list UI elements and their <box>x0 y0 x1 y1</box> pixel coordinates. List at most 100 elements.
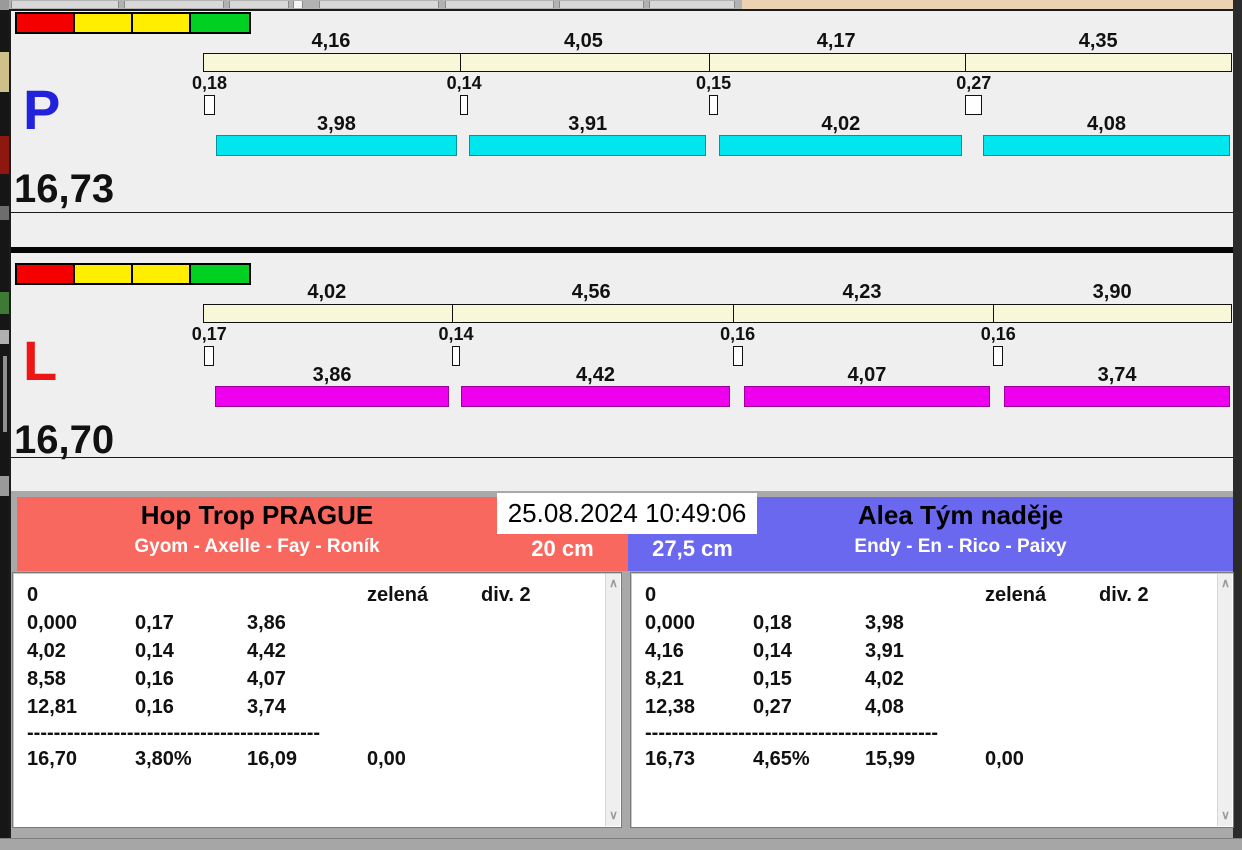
flag-color-label: zelená <box>985 584 1047 606</box>
background-window-strip <box>0 0 9 850</box>
gap-marker <box>459 95 469 115</box>
split-value: 4,42 <box>247 640 286 662</box>
scroll-up-icon[interactable]: ∧ <box>1218 576 1233 592</box>
split-time-label: 4,02 <box>307 281 347 303</box>
stroke-time-label: 4,08 <box>1087 113 1126 135</box>
split-value: 0,14 <box>753 640 792 662</box>
gap-marker <box>204 95 216 115</box>
split-value: 0,18 <box>753 612 792 634</box>
traffic-light-cell <box>17 14 75 32</box>
traffic-light-cell <box>75 265 133 283</box>
background-window-fragment <box>0 52 9 92</box>
traffic-light-cell <box>191 265 249 283</box>
team-name: Hop Trop PRAGUE <box>140 500 374 530</box>
scrollbar[interactable]: ∧ ∨ <box>1217 574 1232 826</box>
split-value: 4,16 <box>645 640 684 662</box>
gap-marker <box>965 95 983 115</box>
split-value: 12,38 <box>645 696 696 718</box>
gap-time-label: 0,17 <box>191 324 227 344</box>
split-value: 0,000 <box>27 612 78 634</box>
gap-marker <box>451 346 461 366</box>
background-window-fragment <box>0 206 9 220</box>
background-window-fragment <box>0 330 9 344</box>
split-time-label: 3,90 <box>1092 281 1132 303</box>
run-number: 0 <box>645 584 657 606</box>
background-window-fragment <box>0 476 9 496</box>
lane-total-time: 16,73 <box>14 167 115 211</box>
result-text-area-right[interactable]: ∧ ∨ 0 zelená div. 2 0,000 0,18 3,98 4,16 0,14 3,… <box>630 572 1234 828</box>
background-toolbar-sliver <box>9 0 742 9</box>
summary-value: 16,09 <box>247 748 298 770</box>
split-value: 0,14 <box>135 640 174 662</box>
split-time-label: 4,05 <box>563 30 603 52</box>
split-value: 3,86 <box>247 612 286 634</box>
traffic-light-cell <box>133 265 191 283</box>
gap-time-label: 0,18 <box>192 73 228 93</box>
gap-time-label: 0,16 <box>720 324 756 344</box>
stroke-time-label: 4,42 <box>576 364 615 386</box>
result-text-area-left[interactable]: ∧ ∨ 0 zelená div. 2 0,000 0,17 3,86 4,02 0,14 4,… <box>12 572 622 828</box>
gap-time-label: 0,16 <box>980 324 1016 344</box>
split-value: 0,27 <box>753 696 792 718</box>
split-value: 4,02 <box>27 640 66 662</box>
stroke-time-bar <box>215 386 449 407</box>
stroke-time-bar <box>461 386 730 407</box>
background-window-fragment <box>0 292 9 314</box>
gap-time-label: 0,15 <box>696 73 732 93</box>
split-value: 0,15 <box>753 668 792 690</box>
split-value: 3,98 <box>865 612 904 634</box>
window-border-right <box>1233 0 1242 838</box>
summary-value: 4,65% <box>753 748 810 770</box>
split-total-bar <box>203 53 1232 72</box>
panel-divider-line <box>11 212 1233 213</box>
scroll-down-icon[interactable]: ∨ <box>1218 808 1233 824</box>
split-time-label: 4,23 <box>842 281 882 303</box>
scroll-up-icon[interactable]: ∧ <box>606 576 621 592</box>
gap-marker <box>993 346 1004 366</box>
split-value: 3,91 <box>865 640 904 662</box>
split-value: 4,07 <box>247 668 286 690</box>
split-time-label: 4,16 <box>311 30 351 52</box>
scrollbar[interactable]: ∧ ∨ <box>605 574 620 826</box>
split-value: 3,74 <box>247 696 286 718</box>
lane-letter: P <box>23 78 61 141</box>
traffic-light-indicator <box>15 12 251 34</box>
lane-panel-right: P 16,73 4,16 0,18 3,98 4,05 0,14 3,91 4,17 0,15… <box>11 10 1233 212</box>
split-value: 8,21 <box>645 668 684 690</box>
split-time-label: 4,35 <box>1078 30 1118 52</box>
stroke-time-label: 4,07 <box>847 364 887 386</box>
team-distance: 20 cm <box>531 536 594 561</box>
status-strip <box>0 838 1242 850</box>
lane-panel-left: L 16,70 4,02 0,17 3,86 4,56 0,14 4,42 4,23 0,16… <box>11 261 1233 463</box>
lane-letter: L <box>23 329 58 392</box>
separator-dashes: ----------------------------------------… <box>27 722 321 744</box>
stroke-time-bar <box>743 386 991 407</box>
team-name: Alea Tým naděje <box>857 500 1064 530</box>
team-members: Gyom - Axelle - Fay - Roník <box>134 536 380 557</box>
background-window-fragment <box>0 136 9 174</box>
split-value: 4,02 <box>865 668 904 690</box>
summary-value: 0,00 <box>367 748 406 770</box>
background-window-fragment <box>3 356 7 432</box>
separator-dashes: ----------------------------------------… <box>645 722 939 744</box>
background-window-fragment <box>0 0 9 10</box>
traffic-light-cell <box>133 14 191 32</box>
team-members: Endy - En - Rico - Paixy <box>854 536 1067 557</box>
division-label: div. 2 <box>1099 584 1149 606</box>
split-time-label: 4,17 <box>816 30 856 52</box>
gap-marker <box>708 95 719 115</box>
stroke-time-label: 3,91 <box>568 113 608 135</box>
gap-marker <box>204 346 215 366</box>
summary-value: 16,70 <box>27 748 78 770</box>
scroll-down-icon[interactable]: ∨ <box>606 808 621 824</box>
stroke-time-label: 3,74 <box>1097 364 1137 386</box>
gap-time-label: 0,14 <box>438 324 474 344</box>
stroke-time-label: 4,02 <box>821 113 861 135</box>
flag-color-label: zelená <box>367 584 429 606</box>
summary-value: 16,73 <box>645 748 696 770</box>
stroke-time-label: 3,86 <box>312 364 352 386</box>
stroke-time-bar <box>719 135 963 156</box>
summary-value: 15,99 <box>865 748 916 770</box>
traffic-light-cell <box>17 265 75 283</box>
timestamp: 25.08.2024 10:49:06 <box>497 493 757 534</box>
